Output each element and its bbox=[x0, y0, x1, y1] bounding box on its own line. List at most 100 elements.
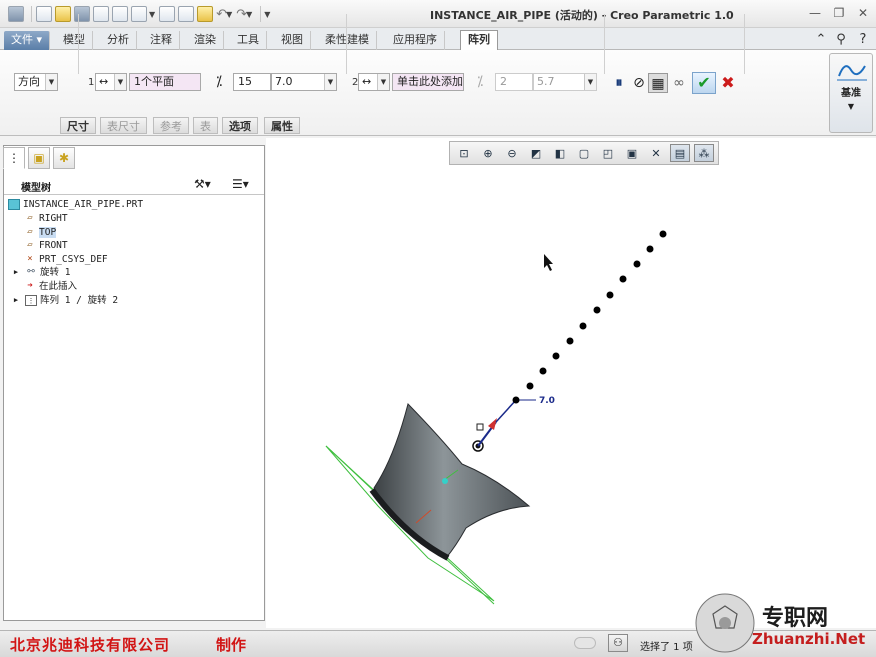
tab-flexible-modeling[interactable]: 柔性建模 bbox=[318, 31, 377, 50]
pattern-member-point[interactable] bbox=[552, 352, 560, 360]
no-preview-icon[interactable]: ⊘ bbox=[629, 73, 649, 93]
binoculars-icon[interactable]: ⚇ bbox=[608, 634, 628, 652]
pattern-member-point[interactable] bbox=[512, 396, 520, 404]
tree-item-pattern-1[interactable]: ▶ ⋮ 阵列 1 / 旋转 2 bbox=[10, 294, 118, 307]
ok-check-icon[interactable]: ✔ bbox=[692, 72, 716, 94]
folder-browser-tab-icon[interactable]: ▣ bbox=[28, 147, 50, 169]
verify-glasses-icon[interactable]: ∞ bbox=[669, 73, 689, 93]
pattern-member-point[interactable] bbox=[633, 260, 641, 268]
graphics-window[interactable]: 7.0 bbox=[266, 138, 876, 628]
tree-settings-icon[interactable]: ⚒▾ bbox=[194, 177, 211, 191]
repaint-icon[interactable]: ◩ bbox=[526, 144, 546, 162]
pattern-member-point[interactable] bbox=[579, 322, 587, 330]
pipe-body[interactable] bbox=[373, 403, 531, 559]
annotation-display-icon[interactable]: ▤ bbox=[670, 144, 690, 162]
pause-icon[interactable]: ⏸ bbox=[609, 73, 629, 93]
mouse-cursor-icon bbox=[544, 254, 553, 271]
save-icon[interactable] bbox=[74, 6, 90, 22]
pattern-member-point[interactable] bbox=[526, 382, 534, 390]
tab-annotate[interactable]: 注释 bbox=[143, 31, 180, 50]
favorites-tab-icon[interactable]: ✱ bbox=[53, 147, 75, 169]
toggle-switch[interactable] bbox=[574, 637, 596, 649]
tree-item-front[interactable]: ▱ FRONT bbox=[24, 239, 67, 252]
direction-1-count[interactable]: 15 bbox=[233, 73, 271, 91]
direction-2-reference[interactable]: 单击此处添加 bbox=[392, 73, 464, 91]
subtab-dimensions[interactable]: 尺寸 bbox=[60, 117, 96, 134]
tab-file[interactable]: 文件 ▾ bbox=[4, 31, 51, 50]
tab-pattern[interactable]: 阵列 bbox=[460, 30, 498, 51]
tree-item-top[interactable]: ▱ TOP bbox=[24, 226, 57, 239]
erase-icon[interactable] bbox=[159, 6, 176, 22]
subtab-options[interactable]: 选项 bbox=[222, 117, 258, 134]
regenerate-icon[interactable] bbox=[112, 6, 128, 22]
pattern-member-point[interactable] bbox=[566, 337, 574, 345]
expand-arrow-icon[interactable]: ▶ bbox=[10, 295, 22, 306]
direction-2-count[interactable]: 2 bbox=[495, 73, 533, 91]
pattern-member-point[interactable] bbox=[606, 291, 614, 299]
model-tree-tab-icon[interactable]: ⋮ bbox=[3, 147, 25, 169]
pattern-member-point[interactable] bbox=[539, 367, 547, 375]
chevron-down-icon: ▼ bbox=[377, 74, 389, 90]
tree-show-icon[interactable]: ☰▾ bbox=[232, 177, 249, 191]
zoom-in-icon[interactable]: ⊕ bbox=[478, 144, 498, 162]
pattern-type-select[interactable]: 方向 ▼ bbox=[14, 73, 58, 91]
pattern-member-point[interactable] bbox=[619, 275, 627, 283]
subtab-references[interactable]: 参考 bbox=[153, 117, 189, 134]
tab-render[interactable]: 渲染 bbox=[187, 31, 224, 50]
check-icon[interactable] bbox=[178, 6, 195, 22]
save-copy-icon[interactable] bbox=[93, 6, 109, 22]
minimize-ribbon-icon[interactable]: ⌃ bbox=[814, 33, 828, 47]
perspective-icon[interactable]: ▣ bbox=[622, 144, 642, 162]
pattern-member-point[interactable] bbox=[593, 306, 601, 314]
pattern-member-point[interactable] bbox=[646, 245, 654, 253]
maximize-button[interactable]: ❐ bbox=[832, 6, 846, 20]
chevron-down-icon[interactable]: ▼ bbox=[226, 10, 232, 19]
app-logo-icon[interactable] bbox=[8, 6, 24, 22]
display-style-icon[interactable]: ◧ bbox=[550, 144, 570, 162]
chevron-down-icon[interactable]: ▼ bbox=[246, 10, 252, 19]
drag-handle[interactable] bbox=[476, 423, 484, 431]
tab-model[interactable]: 模型 bbox=[56, 31, 93, 50]
subtab-properties[interactable]: 属性 bbox=[264, 117, 300, 134]
tree-item-part[interactable]: INSTANCE_AIR_PIPE.PRT bbox=[8, 198, 143, 211]
folder-icon[interactable] bbox=[197, 6, 214, 22]
close-button[interactable]: ✕ bbox=[856, 6, 870, 20]
direction-2-spacing[interactable]: 5.7 ▼ bbox=[533, 73, 597, 91]
spacing-dimension-label[interactable]: 7.0 bbox=[539, 396, 555, 406]
window-icon[interactable] bbox=[131, 6, 147, 22]
pattern-member-point[interactable] bbox=[659, 230, 667, 238]
tab-tools[interactable]: 工具 bbox=[230, 31, 267, 50]
view-manager-icon[interactable]: ◰ bbox=[598, 144, 618, 162]
point-display-icon[interactable]: ⁂ bbox=[694, 144, 714, 162]
tree-item-right[interactable]: ▱ RIGHT bbox=[24, 212, 67, 225]
direction-2-flip-select[interactable]: ↔ ▼ bbox=[358, 73, 390, 91]
preview-icon[interactable]: ▦ bbox=[648, 73, 668, 93]
subtab-table[interactable]: 表 bbox=[193, 117, 218, 134]
subtab-table-dimensions[interactable]: 表尺寸 bbox=[100, 117, 147, 134]
datum-display-icon[interactable]: ✕ bbox=[646, 144, 666, 162]
datum-group-button[interactable]: 基准 ▼ bbox=[829, 53, 873, 133]
tree-item-csys[interactable]: ⨯ PRT_CSYS_DEF bbox=[24, 253, 107, 266]
search-icon[interactable]: ⚲ bbox=[834, 33, 848, 47]
pattern-member-points[interactable] bbox=[512, 230, 667, 404]
chevron-down-icon[interactable]: ▼ bbox=[149, 10, 155, 19]
direction-1-flip-select[interactable]: ↔ ▼ bbox=[95, 73, 127, 91]
zoom-out-icon[interactable]: ⊖ bbox=[502, 144, 522, 162]
tab-applications[interactable]: 应用程序 bbox=[386, 31, 445, 50]
tree-item-revolve-1[interactable]: ▶ ⚯ 旋转 1 bbox=[10, 266, 71, 279]
help-icon[interactable]: ? bbox=[856, 33, 870, 47]
direction-1-reference[interactable]: 1个平面 bbox=[129, 73, 201, 91]
direction-1-spacing[interactable]: 7.0 ▼ bbox=[271, 73, 337, 91]
new-file-icon[interactable] bbox=[36, 6, 52, 22]
minimize-button[interactable]: — bbox=[808, 6, 822, 20]
tree-item-insert-here[interactable]: ➜ 在此插入 bbox=[24, 280, 77, 293]
tab-view[interactable]: 视图 bbox=[274, 31, 311, 50]
open-file-icon[interactable] bbox=[55, 6, 71, 22]
tab-analysis[interactable]: 分析 bbox=[100, 31, 137, 50]
model-viewport[interactable]: 7.0 bbox=[266, 138, 876, 628]
expand-arrow-icon[interactable]: ▶ bbox=[10, 267, 22, 278]
customize-toolbar-icon[interactable]: ▼ bbox=[264, 10, 270, 19]
refit-icon[interactable]: ⊡ bbox=[454, 144, 474, 162]
cancel-x-icon[interactable]: ✖ bbox=[718, 73, 738, 93]
saved-orientations-icon[interactable]: ▢ bbox=[574, 144, 594, 162]
